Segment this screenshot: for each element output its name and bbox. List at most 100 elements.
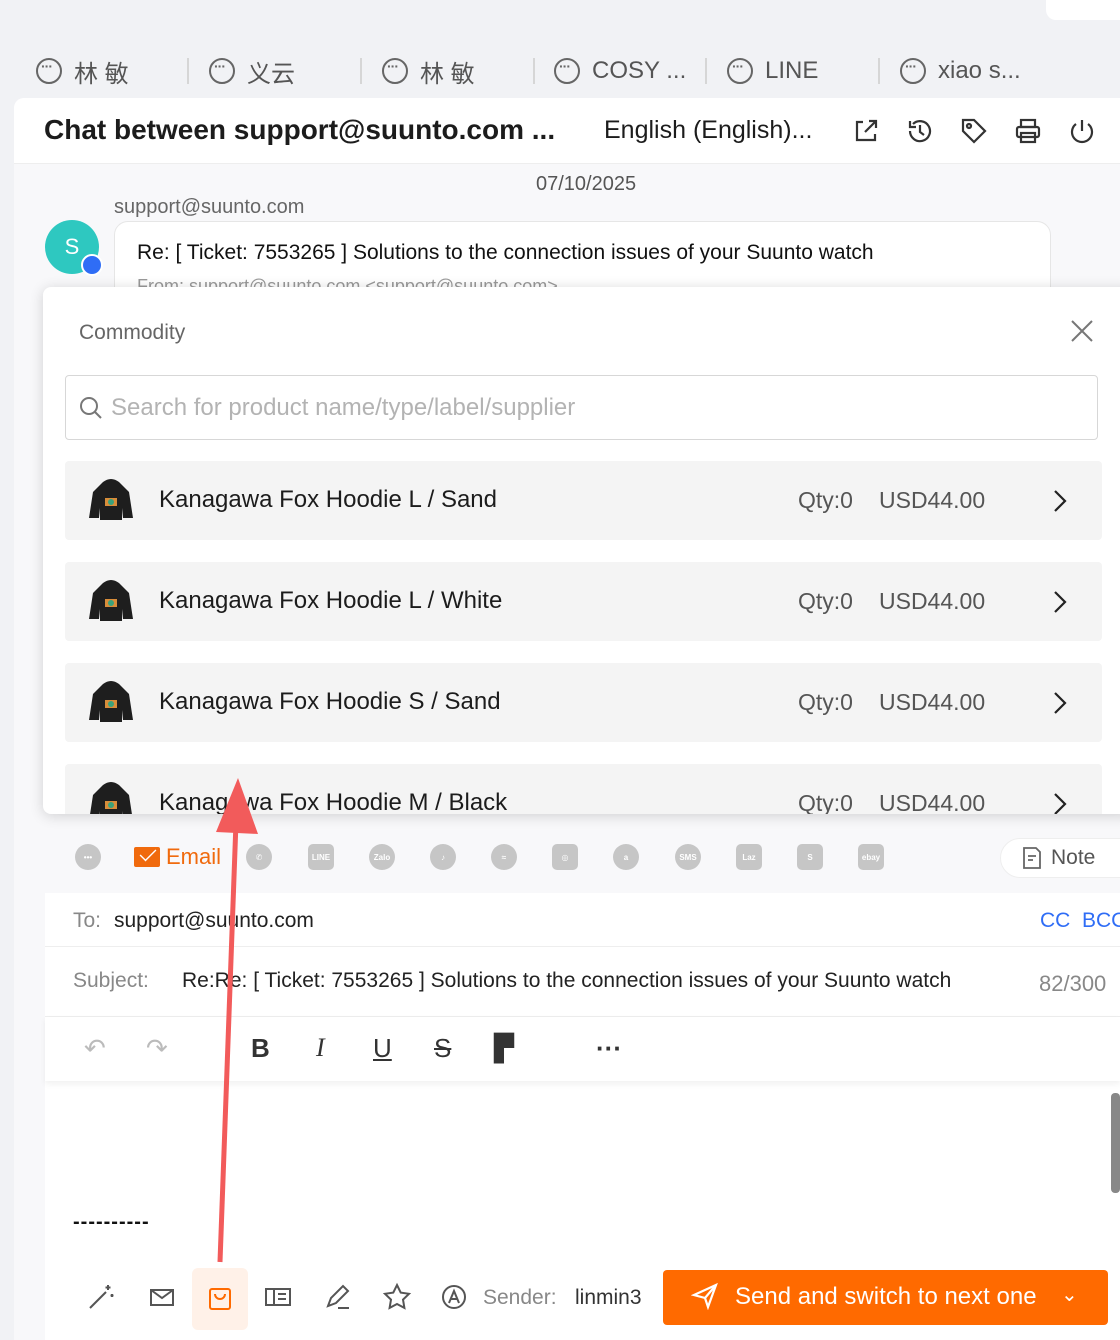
tab-separator (187, 58, 189, 84)
send-and-next-button[interactable]: Send and switch to next one ⌄ (663, 1270, 1108, 1325)
product-name: Kanagawa Fox Hoodie L / Sand (159, 486, 498, 513)
product-qty: Qty:0 (798, 790, 853, 814)
note-button[interactable]: Note (1000, 838, 1120, 878)
cc-button[interactable]: CC (1040, 909, 1070, 933)
zalo-icon[interactable]: Zalo (369, 844, 395, 870)
tab-label: 林 敏 (74, 60, 129, 88)
tiktok-icon[interactable]: ♪ (430, 844, 456, 870)
subject-field[interactable]: Re:Re: [ Ticket: 7553265 ] Solutions to … (182, 969, 951, 993)
chat-channel-icon[interactable]: ••• (75, 844, 101, 870)
to-field[interactable]: support@suunto.com (114, 909, 314, 933)
chevron-down-icon[interactable]: ⌄ (1061, 1282, 1078, 1307)
tab-label: 林 敏 (420, 60, 475, 88)
search-icon (80, 397, 102, 419)
product-item[interactable]: Kanagawa Fox Hoodie M / Black Qty:0 USD4… (65, 764, 1102, 814)
close-icon[interactable] (1068, 317, 1096, 345)
tab-chat-1[interactable]: 林 敏 (36, 44, 129, 98)
bcc-button[interactable]: BCC (1082, 909, 1120, 933)
messenger-icon[interactable]: ≈ (491, 844, 517, 870)
tab-chat-4[interactable]: COSY ... (554, 44, 686, 98)
chat-bubble-icon (727, 58, 753, 84)
product-price: USD44.00 (879, 588, 986, 614)
subject-label: Subject: (73, 969, 149, 992)
tag-icon[interactable] (959, 116, 989, 146)
amazon-icon[interactable]: a (613, 844, 639, 870)
tab-chat-5[interactable]: LINE (727, 44, 818, 98)
star-icon[interactable] (382, 1282, 412, 1312)
chat-bubble-icon (36, 58, 62, 84)
commodity-popup: Commodity Kanagawa Fox Hoodie L / Sand Q… (43, 287, 1120, 814)
chat-tabs-bar: 林 敏 义云 林 敏 COSY ... LINE xiao s... (0, 44, 1120, 98)
bold-icon[interactable]: B (251, 1033, 270, 1064)
note-label: Note (1051, 846, 1096, 869)
message-subject: Re: [ Ticket: 7553265 ] Solutions to the… (137, 241, 874, 264)
subject-char-count: 82/300 (1039, 971, 1107, 996)
more-icon[interactable]: ··· (596, 1033, 622, 1064)
tab-separator (533, 58, 535, 84)
sender-label: Sender: (483, 1286, 557, 1309)
mail-template-icon[interactable] (147, 1282, 177, 1312)
to-row: To: support@suunto.com CC BCC (45, 893, 1120, 947)
chevron-right-icon[interactable] (1050, 791, 1070, 814)
redo-icon[interactable]: ↷ (146, 1033, 168, 1064)
conversation-date: 07/10/2025 (536, 173, 637, 195)
product-price: USD44.00 (879, 487, 986, 513)
product-name: Kanagawa Fox Hoodie L / White (159, 587, 503, 614)
tab-chat-3[interactable]: 林 敏 (382, 44, 475, 98)
chevron-right-icon[interactable] (1050, 488, 1070, 514)
ebay-icon[interactable]: ebay (858, 844, 884, 870)
print-icon[interactable] (1013, 116, 1043, 146)
underline-icon[interactable]: U (373, 1033, 392, 1064)
signature-icon[interactable] (323, 1282, 353, 1312)
chat-bubble-icon (554, 58, 580, 84)
strikethrough-icon[interactable]: S (434, 1033, 451, 1064)
commodity-button[interactable] (192, 1268, 248, 1330)
line-icon[interactable]: LINE (308, 844, 334, 870)
mail-badge-icon (81, 254, 103, 276)
note-icon (1023, 847, 1041, 869)
power-icon[interactable] (1067, 116, 1097, 146)
send-button-label: Send and switch to next one (735, 1283, 1037, 1310)
product-name: Kanagawa Fox Hoodie M / Black (159, 789, 508, 814)
product-search-input[interactable] (111, 386, 1011, 430)
avatar: S (45, 220, 103, 276)
share-icon[interactable] (851, 116, 881, 146)
chevron-right-icon[interactable] (1050, 589, 1070, 615)
avatar-letter: S (64, 234, 80, 259)
tab-chat-2[interactable]: 义云 (209, 44, 295, 98)
compose-bottom-bar: Sender: linmin3 Send and switch to next … (45, 1262, 1120, 1340)
format-painter-icon[interactable]: ▛ (494, 1033, 514, 1064)
product-price: USD44.00 (879, 790, 986, 814)
coupon-icon[interactable] (263, 1282, 293, 1312)
history-icon[interactable] (905, 116, 935, 146)
whatsapp-icon[interactable]: ✆ (246, 844, 272, 870)
product-item[interactable]: Kanagawa Fox Hoodie S / Sand Qty:0 USD44… (65, 663, 1102, 742)
chat-header: Chat between support@suunto.com ... Engl… (14, 98, 1120, 164)
hoodie-thumbnail (89, 681, 133, 722)
translate-icon[interactable] (439, 1282, 469, 1312)
product-item[interactable]: Kanagawa Fox Hoodie L / White Qty:0 USD4… (65, 562, 1102, 641)
product-qty: Qty:0 (798, 487, 853, 513)
product-item[interactable]: Kanagawa Fox Hoodie L / Sand Qty:0 USD44… (65, 461, 1102, 540)
instagram-icon[interactable]: ◎ (552, 844, 578, 870)
email-channel-tab[interactable]: Email (134, 844, 221, 870)
shopify-icon[interactable]: S (797, 844, 823, 870)
tab-label: 义云 (247, 60, 295, 88)
hoodie-thumbnail (89, 580, 133, 621)
tab-label: xiao s... (938, 57, 1021, 84)
magic-wand-icon[interactable] (86, 1282, 116, 1312)
language-selector[interactable]: English (English)... (604, 116, 812, 145)
lazada-icon[interactable]: Laz (736, 844, 762, 870)
sms-icon[interactable]: SMS (675, 844, 701, 870)
scrollbar[interactable] (1111, 1093, 1120, 1193)
subject-row: Subject: Re:Re: [ Ticket: 7553265 ] Solu… (45, 947, 1120, 1017)
tab-chat-6[interactable]: xiao s... (900, 44, 1021, 98)
email-body[interactable]: ---------- (73, 1211, 150, 1234)
product-search[interactable] (65, 375, 1098, 440)
sender-selector[interactable]: linmin3 (575, 1286, 642, 1310)
popup-title: Commodity (79, 321, 186, 344)
product-price: USD44.00 (879, 689, 986, 715)
chevron-right-icon[interactable] (1050, 690, 1070, 716)
italic-icon[interactable]: I (316, 1033, 325, 1063)
undo-icon[interactable]: ↶ (84, 1033, 106, 1064)
